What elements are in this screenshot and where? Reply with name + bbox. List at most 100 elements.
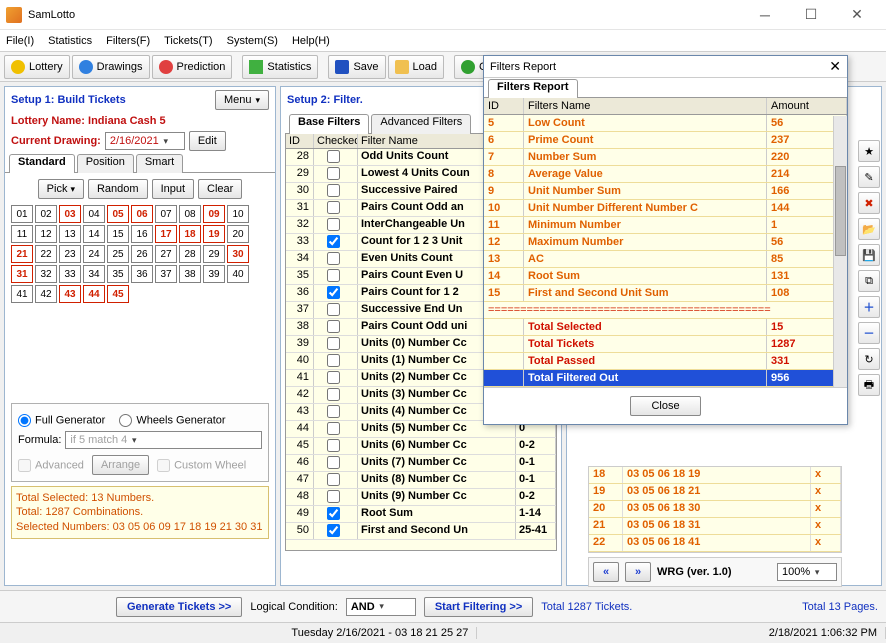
number-cell[interactable]: 43 <box>59 285 81 303</box>
side-print-icon[interactable]: 🖶 <box>858 374 880 396</box>
input-button[interactable]: Input <box>152 179 194 199</box>
side-refresh-icon[interactable]: ↻ <box>858 348 880 370</box>
number-cell[interactable]: 39 <box>203 265 225 283</box>
number-cell[interactable]: 13 <box>59 225 81 243</box>
tab-position[interactable]: Position <box>77 154 134 173</box>
filter-row[interactable]: 46Units (7) Number Cc0-1 <box>286 455 556 472</box>
number-cell[interactable]: 22 <box>35 245 57 263</box>
start-filtering-button[interactable]: Start Filtering >> <box>424 597 533 617</box>
number-cell[interactable]: 06 <box>131 205 153 223</box>
full-generator-radio[interactable]: Full Generator <box>18 414 105 427</box>
side-star-icon[interactable]: ★ <box>858 140 880 162</box>
report-table[interactable]: ID Filters Name Amount 5Low Count566Prim… <box>484 98 847 387</box>
report-total-row[interactable]: Total Passed331 <box>484 353 847 370</box>
number-cell[interactable]: 24 <box>83 245 105 263</box>
pick-button[interactable]: Pick▾ <box>38 179 84 199</box>
number-cell[interactable]: 03 <box>59 205 81 223</box>
ticket-row[interactable]: 1903 05 06 18 21x <box>589 484 841 501</box>
number-cell[interactable]: 04 <box>83 205 105 223</box>
report-close-icon[interactable]: ✕ <box>829 58 841 75</box>
tab-base-filters[interactable]: Base Filters <box>289 114 369 134</box>
ticket-row[interactable]: 1803 05 06 18 19x <box>589 467 841 484</box>
statistics-button[interactable]: Statistics <box>242 55 318 79</box>
number-cell[interactable]: 41 <box>11 285 33 303</box>
tab-smart[interactable]: Smart <box>136 154 183 173</box>
minimize-button[interactable]: ─ <box>742 0 788 30</box>
report-row[interactable]: 5Low Count56 <box>484 115 847 132</box>
side-wand-icon[interactable]: ✎ <box>858 166 880 188</box>
number-cell[interactable]: 18 <box>179 225 201 243</box>
number-cell[interactable]: 05 <box>107 205 129 223</box>
number-cell[interactable]: 36 <box>131 265 153 283</box>
number-cell[interactable]: 28 <box>179 245 201 263</box>
side-copy-icon[interactable]: ⧉ <box>858 270 880 292</box>
menu-filters[interactable]: Filters(F) <box>106 35 150 47</box>
number-cell[interactable]: 20 <box>227 225 249 243</box>
menu-help[interactable]: Help(H) <box>292 35 330 47</box>
number-cell[interactable]: 17 <box>155 225 177 243</box>
filter-row[interactable]: 45Units (6) Number Cc0-2 <box>286 438 556 455</box>
report-row[interactable]: 13AC85 <box>484 251 847 268</box>
clear-button[interactable]: Clear <box>198 179 242 199</box>
close-button[interactable]: ✕ <box>834 0 880 30</box>
wheels-generator-radio[interactable]: Wheels Generator <box>119 414 225 427</box>
report-row[interactable]: 6Prime Count237 <box>484 132 847 149</box>
lottery-button[interactable]: Lottery <box>4 55 70 79</box>
generate-tickets-button[interactable]: Generate Tickets >> <box>116 597 242 617</box>
edit-button[interactable]: Edit <box>189 131 226 151</box>
filter-row[interactable]: 50First and Second Un25-41 <box>286 523 556 540</box>
drawing-combo[interactable]: 2/16/2021▾ <box>105 132 185 150</box>
report-row[interactable]: 11Minimum Number1 <box>484 217 847 234</box>
number-cell[interactable]: 27 <box>155 245 177 263</box>
save-button[interactable]: Save <box>328 55 385 79</box>
number-cell[interactable]: 08 <box>179 205 201 223</box>
report-row[interactable]: 10Unit Number Different Number C144 <box>484 200 847 217</box>
report-tab[interactable]: Filters Report <box>488 79 578 98</box>
report-row[interactable]: 12Maximum Number56 <box>484 234 847 251</box>
report-row[interactable]: 15First and Second Unit Sum108 <box>484 285 847 302</box>
report-close-button[interactable]: Close <box>630 396 700 416</box>
report-scrollbar[interactable] <box>833 116 847 387</box>
maximize-button[interactable]: ☐ <box>788 0 834 30</box>
number-cell[interactable]: 33 <box>59 265 81 283</box>
number-cell[interactable]: 38 <box>179 265 201 283</box>
filter-row[interactable]: 47Units (8) Number Cc0-1 <box>286 472 556 489</box>
nav-first-button[interactable]: « <box>593 562 619 582</box>
filter-row[interactable]: 48Units (9) Number Cc0-2 <box>286 489 556 506</box>
prediction-button[interactable]: Prediction <box>152 55 233 79</box>
number-cell[interactable]: 32 <box>35 265 57 283</box>
setup1-menu-button[interactable]: Menu▾ <box>215 90 269 110</box>
report-row[interactable]: 14Root Sum131 <box>484 268 847 285</box>
number-cell[interactable]: 19 <box>203 225 225 243</box>
report-total-row[interactable]: Total Filtered Out956 <box>484 370 847 387</box>
zoom-combo[interactable]: 100%▾ <box>777 563 837 581</box>
ticket-row[interactable]: 2003 05 06 18 30x <box>589 501 841 518</box>
number-cell[interactable]: 40 <box>227 265 249 283</box>
number-cell[interactable]: 23 <box>59 245 81 263</box>
report-row[interactable]: 9Unit Number Sum166 <box>484 183 847 200</box>
number-cell[interactable]: 35 <box>107 265 129 283</box>
side-open-icon[interactable]: 📂 <box>858 218 880 240</box>
number-cell[interactable]: 10 <box>227 205 249 223</box>
number-cell[interactable]: 02 <box>35 205 57 223</box>
ticket-row[interactable]: 2103 05 06 18 31x <box>589 518 841 535</box>
menu-system[interactable]: System(S) <box>227 35 278 47</box>
number-cell[interactable]: 15 <box>107 225 129 243</box>
number-cell[interactable]: 34 <box>83 265 105 283</box>
number-cell[interactable]: 37 <box>155 265 177 283</box>
number-cell[interactable]: 44 <box>83 285 105 303</box>
report-row[interactable]: 8Average Value214 <box>484 166 847 183</box>
load-button[interactable]: Load <box>388 55 444 79</box>
number-cell[interactable]: 14 <box>83 225 105 243</box>
nav-next-button[interactable]: » <box>625 562 651 582</box>
number-cell[interactable]: 31 <box>11 265 33 283</box>
side-save-icon[interactable]: 💾 <box>858 244 880 266</box>
number-cell[interactable]: 16 <box>131 225 153 243</box>
number-cell[interactable]: 30 <box>227 245 249 263</box>
number-cell[interactable]: 07 <box>155 205 177 223</box>
side-delete-icon[interactable]: ✖ <box>858 192 880 214</box>
number-cell[interactable]: 01 <box>11 205 33 223</box>
number-cell[interactable]: 21 <box>11 245 33 263</box>
logical-condition-combo[interactable]: AND▾ <box>346 598 416 616</box>
side-add-icon[interactable]: ＋ <box>858 296 880 318</box>
